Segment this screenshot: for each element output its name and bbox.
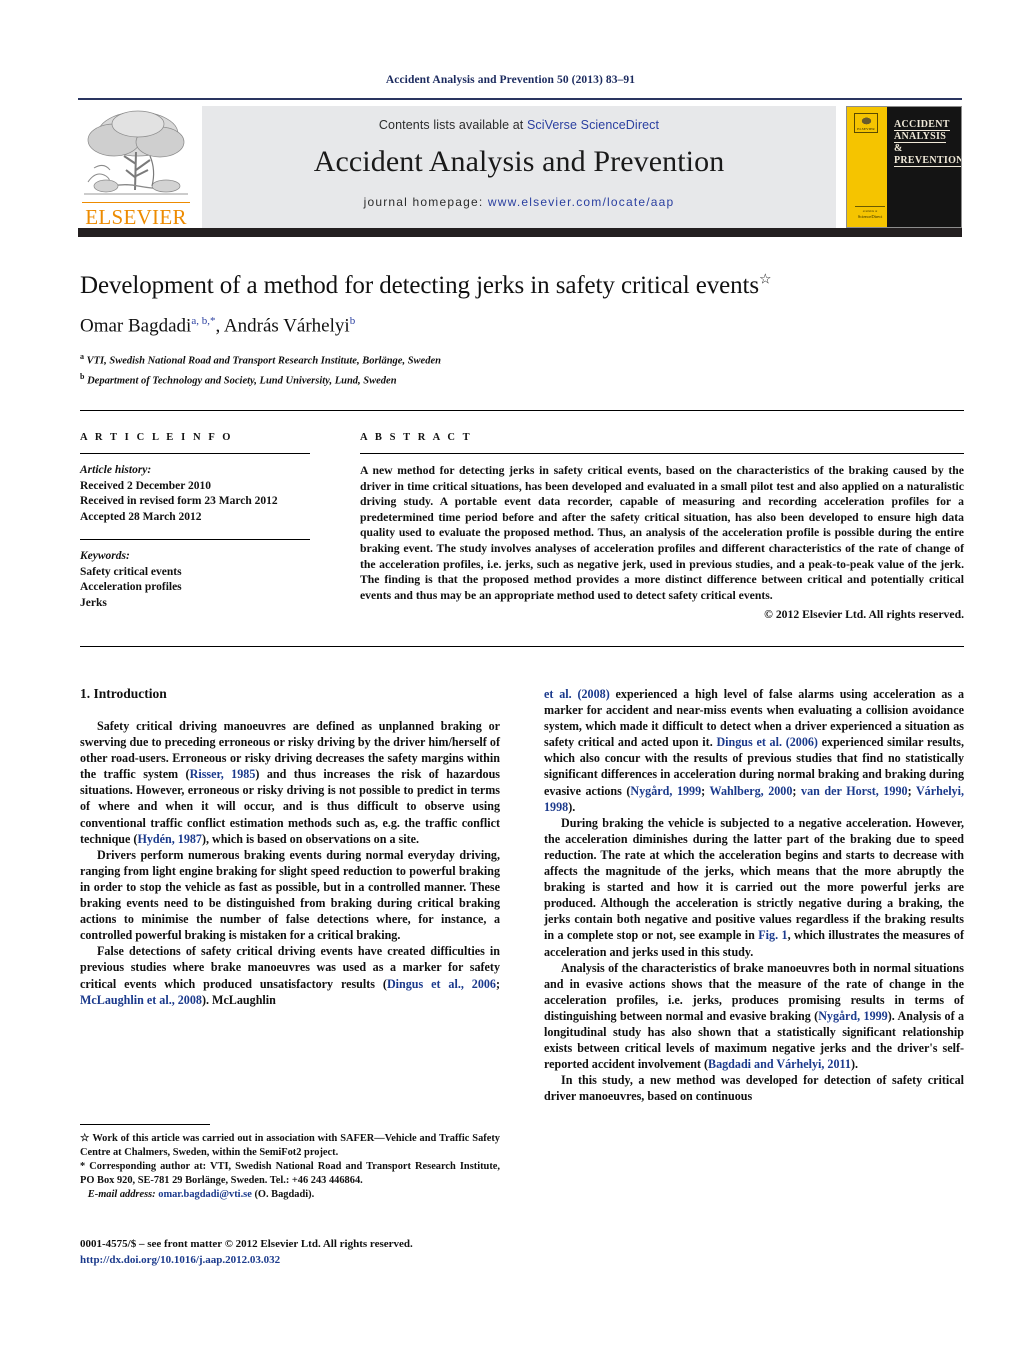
email-address-label: E-mail address: — [87, 1189, 156, 1200]
author-name-1: Omar Bagdadi — [80, 315, 192, 337]
cover-title-line2: ANALYSIS — [894, 131, 947, 143]
section-heading-introduction: 1. Introduction — [80, 686, 167, 701]
article-first-page: Accident Analysis and Prevention 50 (201… — [0, 0, 1021, 1351]
keywords-group: Keywords: Safety critical events Acceler… — [80, 549, 310, 611]
keywords-label: Keywords: — [80, 550, 130, 562]
elsevier-logo: ELSEVIER — [80, 104, 192, 228]
issn-frontmatter-line: 0001-4575/$ – see front matter © 2012 El… — [80, 1238, 413, 1250]
author-marks-1: a, b,* — [191, 314, 216, 327]
affiliation-item: a VTI, Swedish National Road and Transpo… — [80, 349, 964, 369]
abstract-text: A new method for detecting jerks in safe… — [360, 464, 964, 602]
footnote-star: ☆ Work of this article was carried out i… — [80, 1132, 500, 1160]
author-list: Omar Bagdadia, b,*, András Várhelyib — [80, 315, 964, 337]
cover-footer-brand: ScienceDirect — [857, 214, 883, 219]
cover-elsevier-wordmark: ELSEVIER — [857, 127, 875, 131]
abstract-copyright: © 2012 Elsevier Ltd. All rights reserved… — [764, 608, 964, 622]
article-info-rule-1 — [80, 453, 310, 454]
masthead-top-rule — [78, 98, 962, 100]
article-info-heading: A R T I C L E I N F O — [80, 432, 234, 443]
footnote-star-marker: ☆ — [80, 1133, 90, 1144]
author-marks-2: b — [349, 314, 356, 327]
body-column-right: et al. (2008) experienced a high level o… — [544, 686, 964, 1104]
journal-cover-thumbnail: ELSEVIER ACCIDENT ANALYSIS & PREVENTION … — [846, 106, 962, 228]
body-paragraph: Drivers perform numerous braking events … — [80, 847, 500, 943]
email-address-link[interactable]: omar.bagdadi@vti.se — [158, 1189, 252, 1200]
contents-lists-line: Contents lists available at SciVerse Sci… — [202, 118, 836, 132]
cover-elsevier-logo-icon: ELSEVIER — [854, 113, 878, 133]
abstract-rule — [360, 453, 964, 454]
title-block: Development of a method for detecting je… — [80, 272, 964, 388]
body-paragraph: False detections of safety critical driv… — [80, 944, 500, 1007]
elsevier-wordmark: ELSEVIER — [85, 205, 187, 229]
contents-lists-prefix: Contents lists available at — [378, 118, 527, 132]
footnote-corresponding-author: * Corresponding author at: VTI, Swedish … — [80, 1160, 500, 1188]
page-title: Development of a method for detecting je… — [80, 272, 964, 301]
keyword-item: Safety critical events — [80, 565, 182, 578]
footnote-block: ☆ Work of this article was carried out i… — [80, 1124, 500, 1202]
article-history-item: Received in revised form 23 March 2012 — [80, 495, 278, 507]
journal-homepage-line: journal homepage: www.elsevier.com/locat… — [202, 195, 836, 209]
email-owner: (O. Bagdadi). — [254, 1189, 315, 1200]
info-abstract-bottom-rule — [80, 646, 964, 647]
author-name-2: András Várhelyi — [223, 315, 350, 337]
cover-title-line4: PREVENTION — [894, 155, 962, 167]
body-paragraph: During braking the vehicle is subjected … — [544, 815, 965, 959]
affiliation-mark-a: a — [80, 352, 84, 362]
keyword-item: Acceleration profiles — [80, 581, 182, 593]
affiliation-mark-b: b — [80, 371, 85, 381]
cover-title-line3: & — [894, 143, 903, 154]
sciencedirect-link[interactable]: SciVerse ScienceDirect — [527, 118, 659, 132]
article-info-rule-2 — [80, 539, 310, 540]
body-column-left: 1. Introduction Safety critical driving … — [80, 686, 500, 1008]
cover-footer-rule — [855, 206, 885, 207]
affiliation-text-a: VTI, Swedish National Road and Transport… — [86, 355, 441, 367]
article-info-spacer — [80, 525, 310, 539]
body-paragraph: Analysis of the characteristics of brake… — [544, 960, 965, 1072]
info-abstract-top-rule — [80, 410, 964, 411]
article-title-text: Development of a method for detecting je… — [80, 272, 759, 299]
running-head: Accident Analysis and Prevention 50 (201… — [385, 74, 636, 86]
cover-title-line1: ACCIDENT — [894, 119, 950, 131]
cover-footer: available at ScienceDirect — [853, 206, 887, 219]
cover-title: ACCIDENT ANALYSIS & PREVENTION — [894, 119, 961, 167]
journal-title: Accident Analysis and Prevention — [313, 145, 725, 178]
masthead-banner: Contents lists available at SciVerse Sci… — [202, 106, 836, 228]
cover-tree-icon — [858, 116, 875, 127]
abstract-column: A B S T R A C T A new method for detecti… — [360, 432, 964, 621]
author-separator: , — [215, 315, 224, 337]
footnote-star-text: Work of this article was carried out in … — [80, 1133, 500, 1158]
doi-link[interactable]: http://dx.doi.org/10.1016/j.aap.2012.03.… — [80, 1252, 540, 1268]
imprint-block: 0001-4575/$ – see front matter © 2012 El… — [80, 1236, 540, 1268]
article-history-item: Accepted 28 March 2012 — [80, 510, 202, 523]
keyword-item: Jerks — [80, 596, 107, 609]
footnote-corresponding-text: Corresponding author at: VTI, Swedish Na… — [80, 1161, 500, 1186]
body-paragraph: Safety critical driving manoeuvres are d… — [80, 719, 500, 846]
title-footnote-marker[interactable]: ☆ — [759, 273, 772, 288]
body-paragraph: In this study, a new method was develope… — [544, 1073, 964, 1104]
article-history-item: Received 2 December 2010 — [80, 479, 212, 492]
affiliation-text-b: Department of Technology and Society, Lu… — [87, 375, 397, 387]
elsevier-logo-rule — [82, 201, 190, 203]
body-paragraph: et al. (2008) experienced a high level o… — [544, 687, 965, 814]
footnote-rule — [80, 1124, 210, 1125]
journal-homepage-url[interactable]: www.elsevier.com/locate/aap — [488, 195, 674, 209]
abstract-heading: A B S T R A C T — [360, 432, 473, 443]
article-history-group: Article history: Received 2 December 201… — [80, 463, 310, 525]
affiliation-list: a VTI, Swedish National Road and Transpo… — [80, 349, 964, 388]
journal-masthead: ELSEVIER Contents lists available at Sci… — [78, 98, 962, 237]
footnote-email: E-mail address: omar.bagdadi@vti.se (O. … — [80, 1188, 500, 1202]
masthead-bottom-bar — [78, 228, 962, 237]
affiliation-item: b Department of Technology and Society, … — [80, 369, 964, 389]
article-history-label: Article history: — [80, 464, 152, 476]
elsevier-tree-icon — [84, 110, 188, 195]
article-info-column: A R T I C L E I N F O Article history: R… — [80, 432, 310, 611]
journal-homepage-prefix: journal homepage: — [363, 195, 488, 209]
